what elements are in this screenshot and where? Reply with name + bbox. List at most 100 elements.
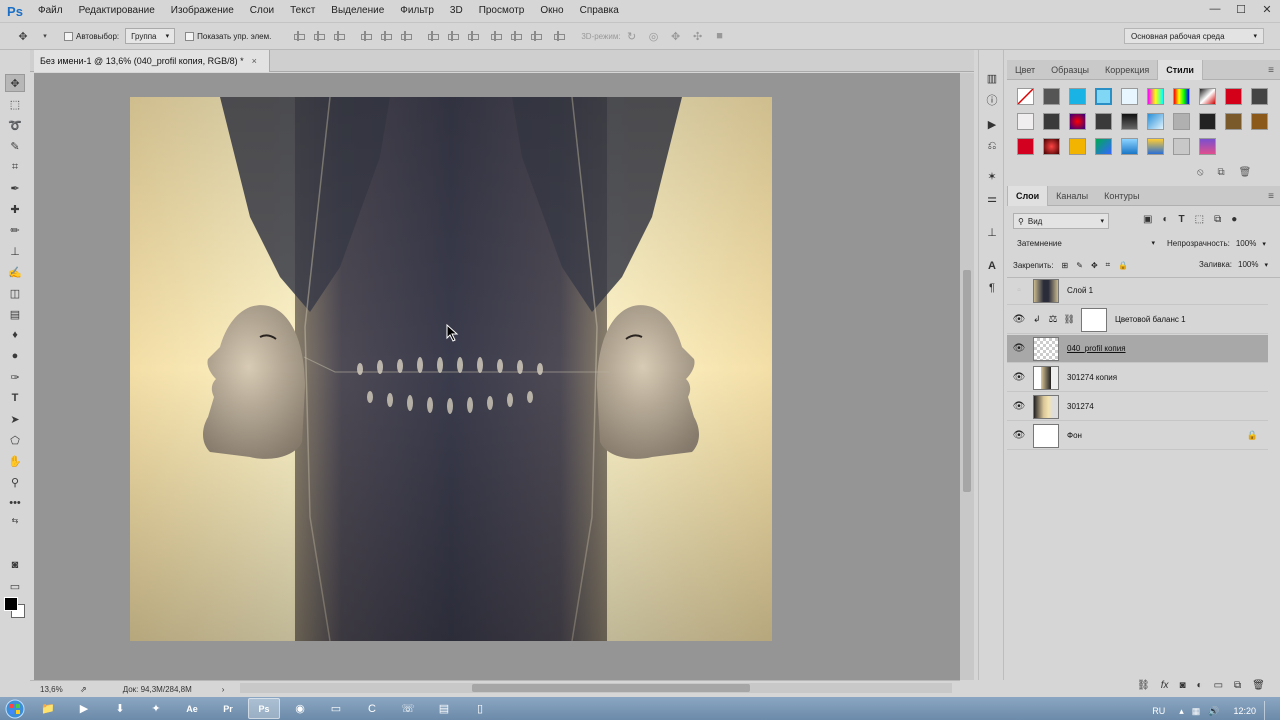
more-tools-icon[interactable]: •••: [5, 494, 25, 512]
3d-roll-icon[interactable]: ◎: [647, 29, 661, 43]
style-swatch[interactable]: [1043, 88, 1060, 105]
language-indicator[interactable]: RU: [1152, 706, 1165, 716]
chain-link-icon[interactable]: ⛓: [1064, 314, 1075, 325]
minimize-button[interactable]: —: [1202, 0, 1228, 18]
crop-tool[interactable]: ⌗: [5, 158, 25, 176]
visibility-eye-icon[interactable]: 👁: [1007, 343, 1031, 354]
style-swatch[interactable]: [1225, 113, 1242, 130]
explorer-taskbar-icon[interactable]: 📁: [32, 698, 64, 719]
download-taskbar-icon[interactable]: ⬇: [104, 698, 136, 719]
style-swatch[interactable]: [1199, 113, 1216, 130]
3d-slide-icon[interactable]: ✣: [691, 29, 705, 43]
export-icon[interactable]: ⇗: [80, 685, 87, 694]
dodge-tool[interactable]: ●: [5, 347, 25, 365]
align-left-icon[interactable]: [359, 30, 373, 42]
style-swatch[interactable]: [1121, 113, 1138, 130]
blend-mode-select[interactable]: Затемнение ▾: [1013, 235, 1159, 251]
style-swatch[interactable]: [1147, 113, 1164, 130]
layer-filter-select[interactable]: ⚲ Вид ▾: [1013, 213, 1109, 229]
screen-mode-icon[interactable]: ▭: [5, 577, 25, 595]
distribute-vcenter-icon[interactable]: [446, 30, 460, 42]
lock-pixels-icon[interactable]: ✎: [1076, 261, 1083, 270]
autoselect-check-icon[interactable]: [64, 31, 73, 41]
workspace-select[interactable]: Основная рабочая среда ▾: [1124, 28, 1264, 44]
move-tool[interactable]: ✥: [5, 74, 25, 92]
new-adjustment-icon[interactable]: ◐: [1197, 680, 1203, 691]
style-swatch[interactable]: [1147, 138, 1164, 155]
align-hcenter-icon[interactable]: [379, 30, 393, 42]
layer-row-selected[interactable]: 👁 040_profil копия: [1007, 335, 1268, 363]
gradient-tool[interactable]: ▤: [5, 305, 25, 323]
filter-shape-icon[interactable]: ⬚: [1195, 214, 1204, 225]
canvas-area[interactable]: [34, 73, 960, 680]
pen-tool[interactable]: ✑: [5, 368, 25, 386]
layer-row[interactable]: 👁 301274 копия: [1007, 364, 1268, 392]
layer-row[interactable]: 👁 Фон 🔒: [1007, 422, 1268, 450]
character-icon[interactable]: A: [984, 258, 1000, 274]
new-group-icon[interactable]: ▭: [1214, 680, 1223, 691]
add-mask-icon[interactable]: ◙: [1179, 680, 1185, 691]
new-layer-icon[interactable]: ⧉: [1234, 680, 1241, 691]
document-tab[interactable]: Без имени-1 @ 13,6% (040_profil копия, R…: [34, 50, 270, 72]
show-transform-check-icon[interactable]: [185, 31, 195, 41]
3d-pan-icon[interactable]: ✥: [669, 29, 683, 43]
blur-tool[interactable]: ♦: [5, 326, 25, 344]
visibility-eye-icon[interactable]: 👁: [1007, 372, 1031, 383]
lock-artboard-icon[interactable]: ⌗: [1106, 260, 1111, 270]
media-taskbar-icon[interactable]: ▶: [68, 698, 100, 719]
histogram-icon[interactable]: ▥: [984, 70, 1000, 86]
opacity-input[interactable]: 100%: [1236, 239, 1256, 248]
stamp-tool[interactable]: ⊥: [5, 242, 25, 260]
path-select-tool[interactable]: ➤: [5, 410, 25, 428]
volume-icon[interactable]: 🔊: [1208, 706, 1219, 717]
zoom-level[interactable]: 13,6%: [40, 685, 76, 694]
style-swatch[interactable]: [1017, 113, 1034, 130]
style-swatch[interactable]: [1173, 138, 1190, 155]
menu-item-image[interactable]: Изображение: [163, 0, 242, 22]
menu-item-3d[interactable]: 3D: [442, 0, 471, 22]
visibility-off-icon[interactable]: ▫: [1007, 285, 1031, 296]
3d-scale-icon[interactable]: ■: [713, 29, 727, 43]
link-layers-icon[interactable]: ⛓: [1137, 680, 1150, 691]
filter-toggle-icon[interactable]: ●: [1231, 214, 1237, 225]
style-swatch[interactable]: [1095, 88, 1112, 105]
horizontal-scrollbar[interactable]: [240, 683, 952, 693]
eraser-tool[interactable]: ◫: [5, 284, 25, 302]
layer-name[interactable]: 301274 копия: [1067, 373, 1117, 382]
clock[interactable]: 12:20: [1233, 706, 1256, 716]
maximize-button[interactable]: ☐: [1228, 0, 1254, 18]
style-swatch[interactable]: [1043, 138, 1060, 155]
vertical-scrollbar[interactable]: [960, 73, 974, 680]
chrome-taskbar-icon[interactable]: ◉: [284, 698, 316, 719]
clone-source-icon[interactable]: ⊥: [984, 224, 1000, 240]
filter-smart-icon[interactable]: ⧉: [1214, 214, 1221, 225]
layer-row[interactable]: 👁 301274: [1007, 393, 1268, 421]
filter-adjustment-icon[interactable]: ◐: [1162, 214, 1168, 225]
style-swatch[interactable]: [1095, 138, 1112, 155]
close-button[interactable]: ✕: [1254, 0, 1280, 18]
style-swatch[interactable]: [1199, 88, 1216, 105]
visibility-eye-icon[interactable]: 👁: [1007, 401, 1031, 412]
style-none-swatch[interactable]: [1017, 88, 1034, 105]
lock-transparent-icon[interactable]: ⊞: [1062, 261, 1069, 270]
align-vcenter-icon[interactable]: [312, 30, 326, 42]
style-swatch[interactable]: [1199, 138, 1216, 155]
align-top-icon[interactable]: [292, 30, 306, 42]
brush-presets-icon[interactable]: ⚌: [984, 190, 1000, 206]
paragraph-icon[interactable]: ¶: [984, 280, 1000, 296]
layer-name[interactable]: Цветовой баланс 1: [1115, 315, 1186, 324]
style-swatch[interactable]: [1069, 113, 1086, 130]
3d-rotate-icon[interactable]: ↻: [625, 29, 639, 43]
document-taskbar-icon[interactable]: ▯: [464, 698, 496, 719]
history-brush-tool[interactable]: ✍: [5, 263, 25, 281]
layer-row[interactable]: ▫ Слой 1: [1007, 277, 1268, 305]
menu-item-edit[interactable]: Редактирование: [71, 0, 163, 22]
history-icon[interactable]: ⎌: [984, 138, 1000, 154]
style-swatch[interactable]: [1147, 88, 1164, 105]
brush-tool[interactable]: ✏: [5, 221, 25, 239]
tab-swatches[interactable]: Образцы: [1043, 60, 1097, 80]
distribute-bottom-icon[interactable]: [466, 30, 480, 42]
move-tool-icon[interactable]: ✥: [16, 29, 30, 43]
lock-position-icon[interactable]: ✥: [1091, 261, 1098, 270]
after-effects-taskbar-icon[interactable]: Ae: [176, 698, 208, 719]
